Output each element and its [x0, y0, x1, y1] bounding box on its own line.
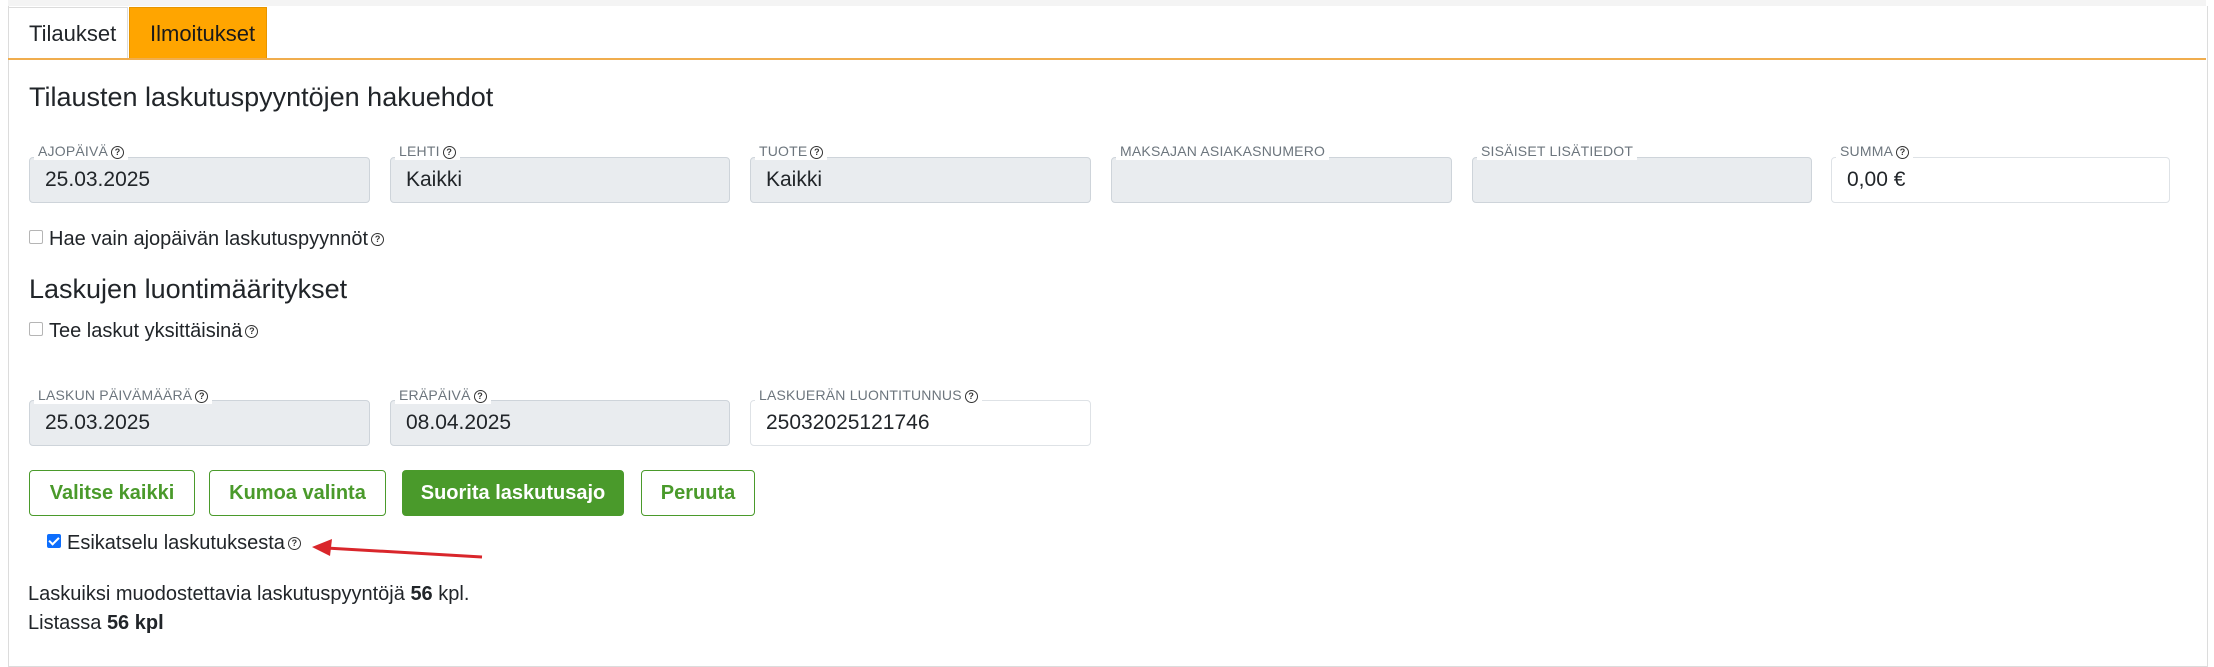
summary-line-2: Listassa 56 kpl	[28, 612, 164, 634]
only-run-day-checkbox[interactable]	[29, 230, 43, 244]
invoice-heading: Laskujen luontimääritykset	[29, 274, 348, 304]
help-icon[interactable]: ?	[810, 145, 824, 159]
erapaiva-field[interactable]: 08.04.2025	[390, 400, 730, 446]
undo-selection-button[interactable]: Kumoa valinta	[209, 470, 386, 516]
help-icon[interactable]: ?	[1896, 145, 1910, 159]
ajopaiva-field[interactable]: 25.03.2025	[29, 157, 370, 203]
luontitunnus-field[interactable]: 25032025121746	[750, 400, 1091, 446]
tuote-select[interactable]: Kaikki	[750, 157, 1091, 203]
lehti-label: LEHTI?	[395, 142, 460, 160]
run-billing-button[interactable]: Suorita laskutusajo	[402, 470, 624, 516]
help-icon[interactable]: ?	[473, 389, 487, 403]
sisaiset-lisatiedot-field[interactable]	[1472, 157, 1812, 203]
help-icon[interactable]: ?	[195, 389, 209, 403]
individual-invoices-row: Tee laskut yksittäisinä?	[29, 320, 259, 343]
help-icon[interactable]: ?	[111, 145, 125, 159]
cancel-button[interactable]: Peruuta	[641, 470, 755, 516]
select-all-button[interactable]: Valitse kaikki	[29, 470, 195, 516]
summa-label: SUMMA?	[1836, 142, 1914, 160]
tab-ilmoitukset[interactable]: Ilmoitukset	[129, 7, 267, 58]
sisaiset-lisatiedot-label: SISÄISET LISÄTIEDOT	[1477, 142, 1638, 160]
only-run-day-label: Hae vain ajopäivän laskutuspyynnöt	[49, 228, 369, 250]
maksajan-asiakasnumero-field[interactable]	[1111, 157, 1452, 203]
help-icon[interactable]: ?	[287, 537, 301, 551]
annotation-arrow-icon	[312, 539, 483, 559]
preview-row: Esikatselu laskutuksesta?	[47, 532, 301, 555]
summary-line-1: Laskuiksi muodostettavia laskutuspyyntöj…	[28, 583, 470, 605]
tab-tilaukset[interactable]: Tilaukset	[8, 7, 128, 58]
tab-bar: Tilaukset Ilmoitukset	[8, 7, 2206, 60]
summa-field[interactable]: 0,00 €	[1831, 157, 2170, 203]
help-icon[interactable]: ?	[442, 145, 456, 159]
preview-checkbox[interactable]	[47, 534, 61, 548]
help-icon[interactable]: ?	[964, 389, 978, 403]
luontitunnus-label: LASKUERÄN LUONTITUNNUS?	[755, 386, 982, 404]
erapaiva-label: ERÄPÄIVÄ?	[395, 386, 491, 404]
laskun-paivamaara-label: LASKUN PÄIVÄMÄÄRÄ?	[34, 386, 213, 404]
preview-label: Esikatselu laskutuksesta	[67, 532, 285, 554]
search-heading: Tilausten laskutuspyyntöjen hakuehdot	[29, 82, 494, 112]
lehti-select[interactable]: Kaikki	[390, 157, 730, 203]
individual-invoices-checkbox[interactable]	[29, 322, 43, 336]
help-icon[interactable]: ?	[245, 325, 259, 339]
individual-invoices-label: Tee laskut yksittäisinä	[49, 320, 243, 342]
ajopaiva-label: AJOPÄIVÄ?	[34, 142, 129, 160]
laskun-paivamaara-field[interactable]: 25.03.2025	[29, 400, 370, 446]
help-icon[interactable]: ?	[371, 233, 385, 247]
tuote-label: TUOTE?	[755, 142, 828, 160]
maksajan-asiakasnumero-label: MAKSAJAN ASIAKASNUMERO	[1116, 142, 1330, 160]
only-run-day-row: Hae vain ajopäivän laskutuspyynnöt?	[29, 228, 385, 251]
